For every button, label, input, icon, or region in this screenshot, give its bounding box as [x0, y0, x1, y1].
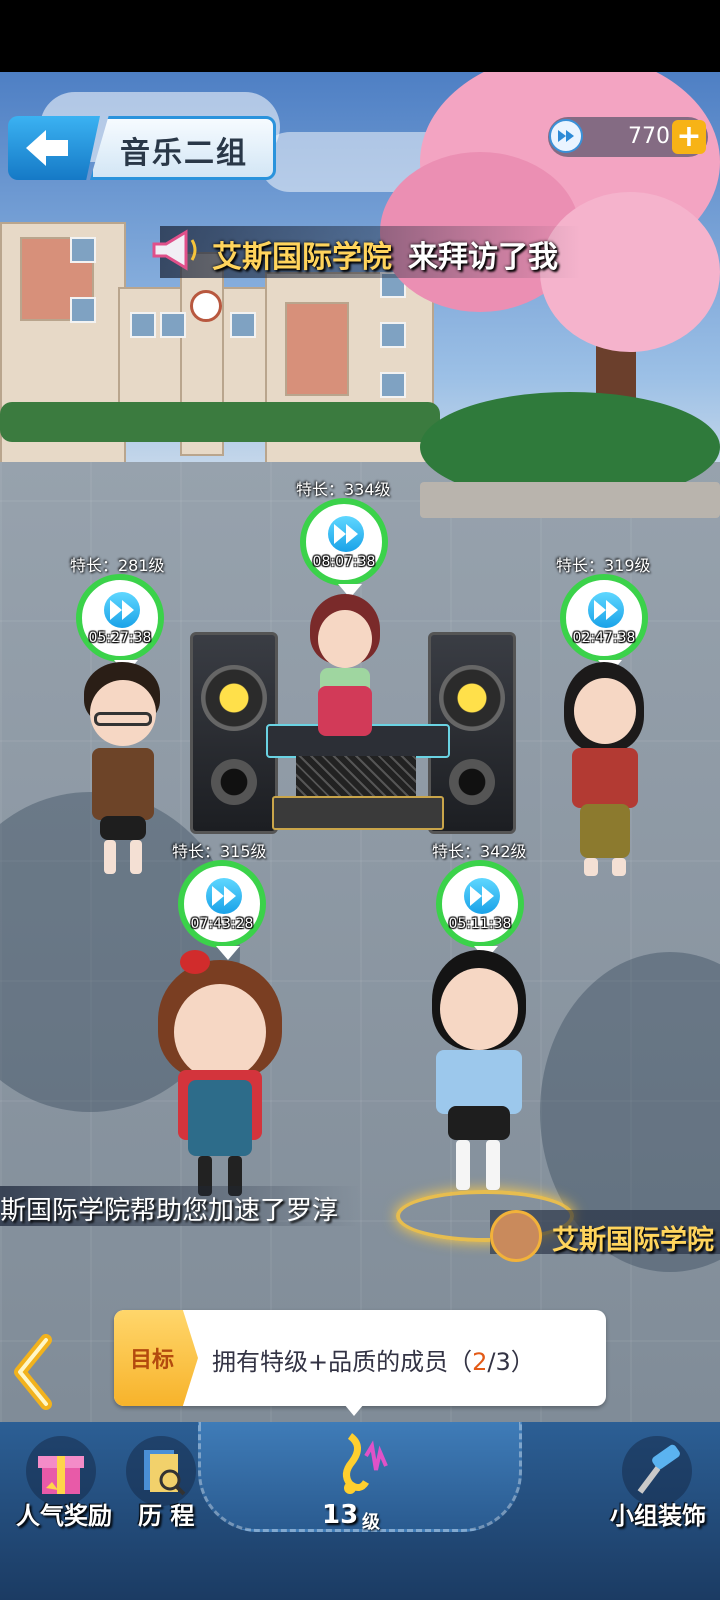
chevron-left-icon[interactable] [12, 1334, 56, 1410]
group-level-unit: 级 [362, 1512, 380, 1533]
member-timer: 05:27:38 [88, 630, 152, 646]
fast-forward-icon [206, 878, 242, 914]
back-arrow-icon [26, 130, 68, 166]
history-label[interactable]: 历 程 [138, 1496, 194, 1531]
visitor-name[interactable]: 艾斯国际学院 [552, 1218, 714, 1257]
window [130, 312, 156, 338]
member-level: 特长：334级 [296, 480, 391, 499]
member-character[interactable] [78, 662, 168, 882]
member-character[interactable] [424, 950, 534, 1210]
fast-forward-icon [104, 592, 140, 628]
member-character[interactable] [150, 950, 290, 1210]
member-timer: 07:43:28 [190, 916, 254, 932]
music-note-icon[interactable] [320, 1426, 400, 1506]
school-building-right-wing [285, 302, 349, 396]
goal-description: 拥有特级+品质的成员（2/3） [212, 1348, 535, 1376]
window [380, 322, 406, 348]
goal-progress: 2 [472, 1348, 488, 1376]
status-bar [0, 0, 720, 72]
member-level: 特长：319级 [556, 556, 651, 575]
fast-forward-icon [328, 516, 364, 552]
member-timer: 08:07:38 [312, 554, 376, 570]
speed-up-button[interactable]: 07:43:28 [178, 860, 266, 960]
member-timer: 05:11:38 [448, 916, 512, 932]
amplifier [272, 796, 444, 830]
goal-tag-label: 目标 [130, 1348, 175, 1373]
member-level: 特长：281级 [70, 556, 165, 575]
member-character[interactable] [560, 662, 650, 882]
member-level: 特长：342级 [432, 842, 527, 861]
visitor-avatar[interactable] [490, 1210, 542, 1262]
dj-stand [296, 756, 416, 796]
fast-forward-icon [549, 119, 583, 153]
window [70, 237, 96, 263]
assist-message: 斯国际学院帮助您加速了罗淳 [0, 1196, 339, 1226]
window [160, 312, 186, 338]
group-decor-label[interactable]: 小组装饰 [610, 1496, 706, 1531]
member-character[interactable] [300, 594, 390, 744]
plus-icon[interactable]: + [672, 120, 706, 154]
member-timer: 02:47:38 [572, 630, 636, 646]
planter-wall [420, 482, 720, 518]
fast-forward-icon [588, 592, 624, 628]
announcement-message: 来拜访了我 [408, 240, 558, 275]
group-level: 13 [322, 1500, 359, 1530]
currency-value: 770 [628, 124, 670, 149]
member-level: 特长：315级 [172, 842, 267, 861]
speaker-left [190, 632, 278, 834]
hedge [0, 402, 440, 442]
speed-up-button[interactable]: 05:27:38 [76, 574, 164, 674]
speed-up-button[interactable]: 05:11:38 [436, 860, 524, 960]
back-button[interactable] [8, 116, 100, 180]
goal-pointer [344, 1404, 364, 1416]
window [230, 312, 256, 338]
fast-forward-icon [464, 878, 500, 914]
announcement-visitor: 艾斯国际学院 [212, 240, 392, 275]
speed-up-button[interactable]: 02:47:38 [560, 574, 648, 674]
popularity-reward-label[interactable]: 人气奖励 [16, 1496, 112, 1531]
megaphone-icon [146, 222, 202, 278]
page-title: 音乐二组 [120, 136, 248, 171]
window [380, 372, 406, 398]
speed-up-button[interactable]: 08:07:38 [300, 498, 388, 598]
clock-icon [190, 290, 222, 322]
window [70, 297, 96, 323]
